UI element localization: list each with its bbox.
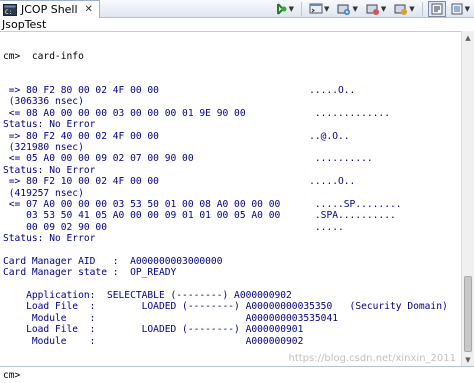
tab-title: JCOP Shell bbox=[21, 3, 78, 16]
scroll-up-icon[interactable]: ▲ bbox=[462, 31, 474, 44]
console-line: Status: No Error bbox=[3, 233, 96, 245]
console-line: Status: No Error bbox=[3, 164, 96, 176]
console-name: JsopTest bbox=[0, 18, 474, 31]
svg-text:C:: C: bbox=[5, 9, 12, 16]
chevron-down-icon[interactable]: ▼ bbox=[381, 5, 386, 13]
view-tab-bar: C: JCOP Shell ✕ ▼ ▼ ▼ ▼ ▼ ▼ bbox=[0, 0, 474, 18]
pin-icon[interactable] bbox=[364, 1, 382, 17]
watermark: https://blog.csdn.net/xinxin_2011 bbox=[288, 353, 457, 364]
debug-icon[interactable] bbox=[335, 1, 353, 17]
console-line: (321980 nsec) bbox=[3, 141, 84, 153]
console-line: => 80 F2 80 00 02 4F 00 00 .....O.. bbox=[3, 85, 356, 97]
console-prompt-line: cm> card-info bbox=[3, 50, 84, 62]
vertical-scrollbar[interactable]: ▲ ▼ bbox=[461, 31, 474, 366]
console-line: 03 53 50 41 05 A0 00 00 09 01 01 00 05 A… bbox=[3, 210, 396, 222]
console-line: <= 07 A0 00 00 00 03 53 50 01 00 08 A0 0… bbox=[3, 198, 402, 210]
jcop-shell-window: C: JCOP Shell ✕ ▼ ▼ ▼ ▼ ▼ ▼ JsopTest cm>… bbox=[0, 0, 474, 383]
input-prompt: cm> bbox=[3, 369, 21, 381]
toolbar-separator bbox=[301, 2, 303, 16]
console-line: (419257 nsec) bbox=[3, 187, 84, 199]
chevron-down-icon[interactable]: ▼ bbox=[324, 5, 329, 13]
scroll-lock-icon[interactable] bbox=[427, 1, 446, 17]
chevron-down-icon[interactable]: ▼ bbox=[352, 5, 357, 13]
console-text: cm> card-info => 80 F2 80 00 02 4F 00 00… bbox=[0, 32, 461, 347]
console-line: Card Manager state : OP_READY bbox=[3, 267, 177, 279]
console-line: Status: No Error bbox=[3, 119, 96, 131]
run-icon[interactable] bbox=[272, 1, 290, 17]
console-line: <= 05 A0 00 00 09 02 07 00 90 00 .......… bbox=[3, 153, 373, 165]
console-line: (306336 nsec) bbox=[3, 96, 84, 108]
view-toolbar: ▼ ▼ ▼ ▼ ▼ ▼ bbox=[270, 0, 474, 18]
console-output[interactable]: cm> card-info => 80 F2 80 00 02 4F 00 00… bbox=[0, 31, 461, 366]
command-input[interactable] bbox=[20, 369, 474, 381]
console-line: => 80 F2 10 00 02 4F 00 00 .....O.. bbox=[3, 176, 356, 188]
console-icon[interactable] bbox=[307, 1, 325, 17]
chevron-down-icon[interactable]: ▼ bbox=[409, 5, 414, 13]
toolbar-separator bbox=[421, 2, 423, 16]
monitor-icon[interactable] bbox=[392, 1, 410, 17]
chevron-down-icon[interactable]: ▼ bbox=[289, 5, 294, 13]
console-line: Module : A000000003535041 bbox=[3, 312, 339, 324]
console-line: Module : A000000902 bbox=[3, 335, 304, 347]
console-line: Load File : LOADED (--------) A000000901 bbox=[3, 324, 304, 336]
close-icon[interactable]: ✕ bbox=[85, 4, 93, 15]
console-line: <= 08 A0 00 00 00 03 00 00 00 01 9E 90 0… bbox=[3, 107, 390, 119]
tab-jcop-shell[interactable]: C: JCOP Shell ✕ bbox=[0, 0, 100, 18]
console-line: Application: SELECTABLE (--------) A0000… bbox=[3, 290, 292, 302]
scroll-down-icon[interactable]: ▼ bbox=[462, 353, 474, 366]
settings-icon[interactable] bbox=[448, 1, 466, 17]
shell-icon: C: bbox=[3, 3, 17, 16]
chevron-down-icon[interactable]: ▼ bbox=[465, 5, 470, 13]
console-line: Load File : LOADED (--------) A000000000… bbox=[3, 301, 448, 313]
console-line: Card Manager AID : A000000003000000 bbox=[3, 255, 223, 267]
console-line: 00 09 02 90 00 ..... bbox=[3, 221, 344, 233]
console-line: => 80 F2 40 00 02 4F 00 00 ..@.O.. bbox=[3, 130, 350, 142]
scrollbar-thumb[interactable] bbox=[464, 276, 472, 352]
command-input-bar: cm> bbox=[0, 366, 474, 383]
